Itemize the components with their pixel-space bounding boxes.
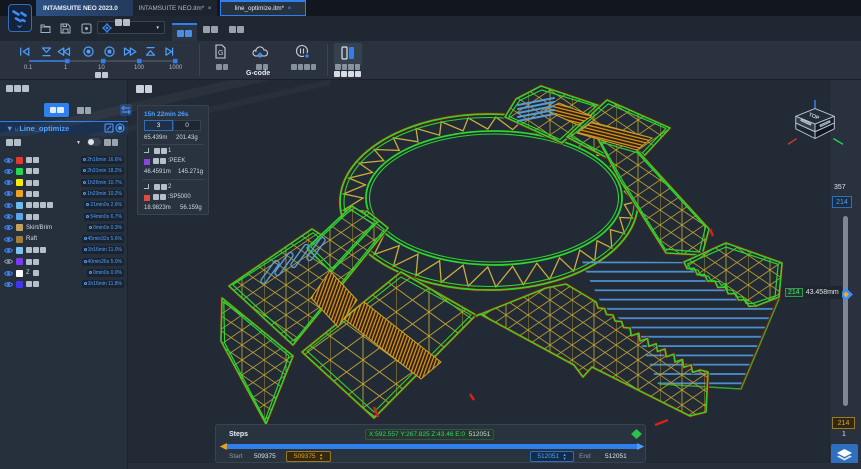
svg-text:G: G xyxy=(218,50,223,57)
